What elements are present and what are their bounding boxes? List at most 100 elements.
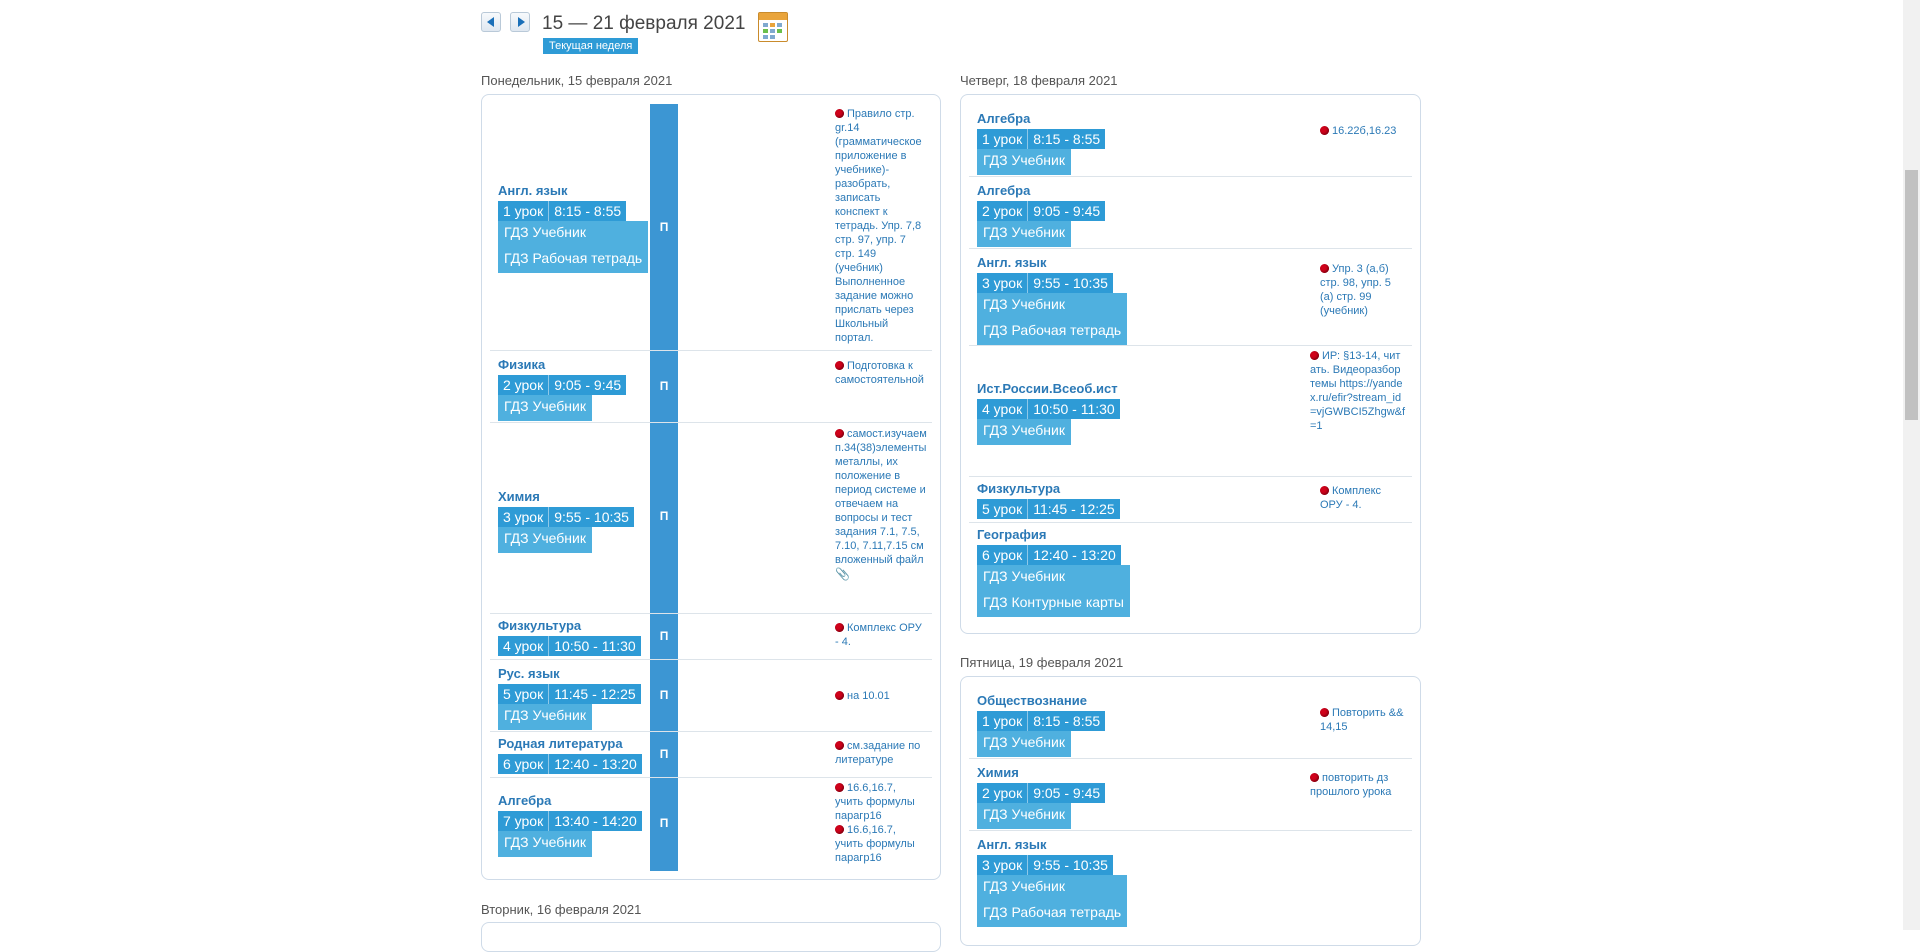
gdz-textbook-link: ГДЗ Учебник <box>983 878 1065 894</box>
gdz-workbook-link: ГДЗ Рабочая тетрадь <box>504 250 643 266</box>
scrollbar-thumb[interactable] <box>1905 170 1918 420</box>
gdz-links[interactable]: ГДЗ Учебник <box>977 221 1071 247</box>
subject-link[interactable]: Алгебра <box>498 793 551 808</box>
homework-text[interactable]: ИР: §13-14, читать. Видеоразбор темы htt… <box>1310 349 1406 433</box>
lesson-row: Физкультура 4 урок 10:50 - 11:30 П Компле… <box>490 614 932 660</box>
homework-dot-icon <box>835 783 844 792</box>
gdz-links[interactable]: ГДЗ Учебник <box>498 704 592 730</box>
subject-link[interactable]: Англ. язык <box>977 837 1046 852</box>
homework-dot-icon <box>835 825 844 834</box>
attendance-mark: П <box>659 816 669 830</box>
homework-text[interactable]: повторить дз прошлого урока <box>1310 771 1406 799</box>
lesson-time-badge: 5 урок 11:45 - 12:25 <box>498 684 641 704</box>
subject-link[interactable]: География <box>977 527 1046 542</box>
homework-text[interactable]: Комплекс ОРУ - 4. <box>1320 484 1406 512</box>
homework-text[interactable]: Комплекс ОРУ - 4. <box>835 621 927 649</box>
lesson-time-badge: 2 урок 9:05 - 9:45 <box>977 783 1106 803</box>
gdz-textbook-link: ГДЗ Учебник <box>504 224 586 240</box>
gdz-textbook-link: ГДЗ Учебник <box>983 568 1065 584</box>
gdz-workbook-link: ГДЗ Рабочая тетрадь <box>983 322 1122 338</box>
attendance-mark: П <box>659 379 669 393</box>
subject-link[interactable]: Алгебра <box>977 111 1030 126</box>
lesson-time-badge: 5 урок 11:45 - 12:25 <box>977 499 1120 519</box>
homework-text[interactable]: 16.6,16.7, учить формулы парагр16 <box>835 781 927 823</box>
gdz-links[interactable]: ГДЗ Учебник ГДЗ Рабочая тетрадь <box>977 875 1128 927</box>
gdz-textbook-link: ГДЗ Учебник <box>983 296 1065 312</box>
lesson-time-badge: 4 урок 10:50 - 11:30 <box>977 399 1120 419</box>
attendance-mark: П <box>659 688 669 702</box>
lesson-row: Англ. язык 3 урок 9:55 - 10:35 ГДЗ Учебни… <box>969 249 1412 346</box>
homework-text[interactable]: см.задание по литературе <box>835 739 927 767</box>
paperclip-icon[interactable]: 📎 <box>835 567 850 581</box>
arrow-right-icon <box>518 17 525 27</box>
lesson-time-badge: 6 урок 12:40 - 13:20 <box>498 754 642 774</box>
day-title-monday: Понедельник, 15 февраля 2021 <box>481 73 673 88</box>
lesson-row: Алгебра 1 урок 8:15 - 8:55 ГДЗ Учебник 16… <box>969 105 1412 177</box>
subject-link[interactable]: Химия <box>977 765 1019 780</box>
lesson-time-badge: 1 урок 8:15 - 8:55 <box>498 201 627 221</box>
lesson-row: Родная литература 6 урок 12:40 - 13:20 П … <box>490 732 932 778</box>
gdz-links[interactable]: ГДЗ Учебник <box>498 527 592 553</box>
gdz-textbook-link: ГДЗ Учебник <box>983 734 1065 750</box>
subject-link[interactable]: Рус. язык <box>498 666 560 681</box>
lesson-time-badge: 3 урок 9:55 - 10:35 <box>977 855 1113 875</box>
subject-link[interactable]: Англ. язык <box>498 183 567 198</box>
calendar-icon[interactable] <box>758 12 788 42</box>
gdz-links[interactable]: ГДЗ Учебник <box>977 803 1071 829</box>
homework-text[interactable]: Упр. 3 (а,б) стр. 98, упр. 5 (а) стр. 99… <box>1320 262 1406 318</box>
gdz-textbook-link: ГДЗ Учебник <box>504 834 586 850</box>
subject-link[interactable]: Обществознание <box>977 693 1087 708</box>
homework-text[interactable]: Повторить && 14,15 <box>1320 706 1406 734</box>
scrollbar[interactable] <box>1903 0 1920 930</box>
homework-text[interactable]: 16.6,16.7, учить формулы парагр16 <box>835 823 927 865</box>
gdz-contour-maps-link: ГДЗ Контурные карты <box>983 594 1124 610</box>
lesson-row: Ист.России.Всеоб.ист 4 урок 10:50 - 11:30… <box>969 346 1412 477</box>
gdz-links[interactable]: ГДЗ Учебник ГДЗ Контурные карты <box>977 565 1130 617</box>
subject-link[interactable]: Химия <box>498 489 540 504</box>
subject-link[interactable]: Физкультура <box>498 618 581 633</box>
homework-dot-icon <box>835 741 844 750</box>
gdz-workbook-link: ГДЗ Рабочая тетрадь <box>983 904 1122 920</box>
homework-dot-icon <box>1310 351 1319 360</box>
homework-dot-icon <box>1320 126 1329 135</box>
lesson-row: Химия 3 урок 9:55 - 10:35 ГДЗ Учебник П с… <box>490 423 932 614</box>
gdz-textbook-link: ГДЗ Учебник <box>504 398 586 414</box>
current-week-button[interactable]: Текущая неделя <box>543 38 639 54</box>
attendance-mark: П <box>659 509 669 523</box>
homework-text[interactable]: Правило стр. gr.14 (грамматическое прило… <box>835 107 927 345</box>
homework-text[interactable]: Подготовка к самостоятельной <box>835 359 927 387</box>
gdz-links[interactable]: ГДЗ Учебник ГДЗ Рабочая тетрадь <box>498 221 649 273</box>
lesson-row: Химия 2 урок 9:05 - 9:45 ГДЗ Учебник повт… <box>969 759 1412 831</box>
lesson-row: География 6 урок 12:40 - 13:20 ГДЗ Учебни… <box>969 523 1412 623</box>
gdz-links[interactable]: ГДЗ Учебник <box>498 395 592 421</box>
homework-text[interactable]: 16.22б,16.23 <box>1320 124 1406 138</box>
homework-text[interactable]: самост.изучаем п.34(38)элементы металлы,… <box>835 427 927 582</box>
gdz-links[interactable]: ГДЗ Учебник <box>977 149 1071 175</box>
next-week-button[interactable] <box>510 12 530 32</box>
subject-link[interactable]: Алгебра <box>977 183 1030 198</box>
gdz-textbook-link: ГДЗ Учебник <box>983 152 1065 168</box>
homework-dot-icon <box>835 361 844 370</box>
lesson-row: Алгебра 2 урок 9:05 - 9:45 ГДЗ Учебник <box>969 177 1412 249</box>
lesson-time-badge: 1 урок 8:15 - 8:55 <box>977 711 1106 731</box>
gdz-links[interactable]: ГДЗ Учебник <box>498 831 592 857</box>
homework-dot-icon <box>1320 264 1329 273</box>
gdz-textbook-link: ГДЗ Учебник <box>983 224 1065 240</box>
gdz-links[interactable]: ГДЗ Учебник <box>977 731 1071 757</box>
subject-link[interactable]: Ист.России.Всеоб.ист <box>977 381 1118 396</box>
gdz-links[interactable]: ГДЗ Учебник <box>977 419 1071 445</box>
subject-link[interactable]: Родная литература <box>498 736 623 751</box>
homework-dot-icon <box>835 623 844 632</box>
lesson-row: Рус. язык 5 урок 11:45 - 12:25 ГДЗ Учебни… <box>490 660 932 732</box>
homework-text[interactable]: на 10.01 <box>835 689 927 703</box>
attendance-mark: П <box>659 747 669 761</box>
prev-week-button[interactable] <box>481 12 501 32</box>
day-title-thursday: Четверг, 18 февраля 2021 <box>960 73 1118 88</box>
gdz-textbook-link: ГДЗ Учебник <box>983 422 1065 438</box>
subject-link[interactable]: Физика <box>498 357 545 372</box>
subject-link[interactable]: Англ. язык <box>977 255 1046 270</box>
gdz-links[interactable]: ГДЗ Учебник ГДЗ Рабочая тетрадь <box>977 293 1128 345</box>
day-schedule-monday: Англ. язык 1 урок 8:15 - 8:55 ГДЗ Учебник… <box>481 94 941 880</box>
lesson-time-badge: 6 урок 12:40 - 13:20 <box>977 545 1121 565</box>
subject-link[interactable]: Физкультура <box>977 481 1060 496</box>
